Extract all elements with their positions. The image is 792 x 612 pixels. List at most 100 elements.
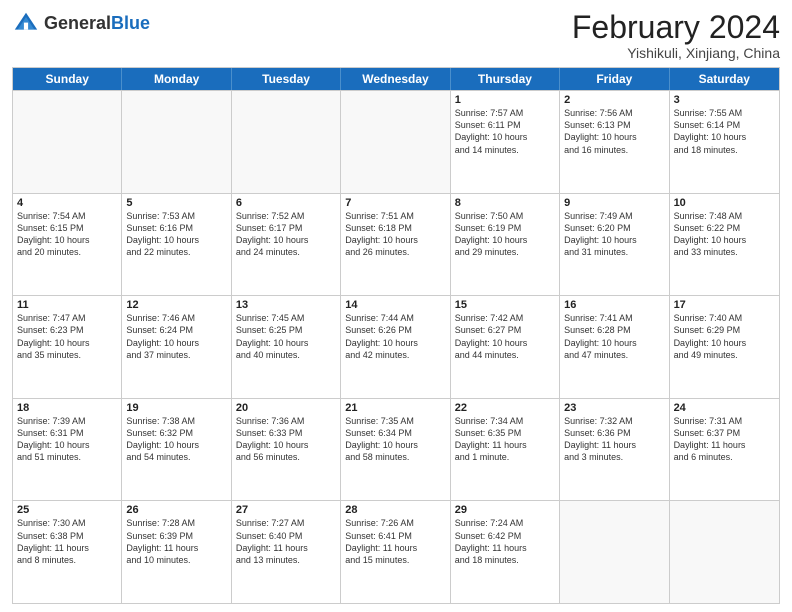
logo-general: General (44, 13, 111, 33)
day-number: 26 (126, 504, 226, 516)
calendar-body: 1Sunrise: 7:57 AM Sunset: 6:11 PM Daylig… (13, 90, 779, 603)
day-number: 17 (674, 299, 775, 311)
calendar-cell: 25Sunrise: 7:30 AM Sunset: 6:38 PM Dayli… (13, 501, 122, 603)
day-info: Sunrise: 7:52 AM Sunset: 6:17 PM Dayligh… (236, 210, 336, 259)
day-number: 27 (236, 504, 336, 516)
calendar-cell: 22Sunrise: 7:34 AM Sunset: 6:35 PM Dayli… (451, 399, 560, 501)
day-info: Sunrise: 7:31 AM Sunset: 6:37 PM Dayligh… (674, 415, 775, 464)
day-info: Sunrise: 7:51 AM Sunset: 6:18 PM Dayligh… (345, 210, 445, 259)
day-info: Sunrise: 7:54 AM Sunset: 6:15 PM Dayligh… (17, 210, 117, 259)
calendar-cell: 2Sunrise: 7:56 AM Sunset: 6:13 PM Daylig… (560, 91, 669, 193)
logo-blue: Blue (111, 13, 150, 33)
calendar-cell: 1Sunrise: 7:57 AM Sunset: 6:11 PM Daylig… (451, 91, 560, 193)
calendar-cell (560, 501, 669, 603)
calendar-cell (232, 91, 341, 193)
calendar-row: 1Sunrise: 7:57 AM Sunset: 6:11 PM Daylig… (13, 90, 779, 193)
calendar-cell: 10Sunrise: 7:48 AM Sunset: 6:22 PM Dayli… (670, 194, 779, 296)
day-info: Sunrise: 7:53 AM Sunset: 6:16 PM Dayligh… (126, 210, 226, 259)
day-info: Sunrise: 7:27 AM Sunset: 6:40 PM Dayligh… (236, 517, 336, 566)
day-info: Sunrise: 7:30 AM Sunset: 6:38 PM Dayligh… (17, 517, 117, 566)
day-number: 6 (236, 197, 336, 209)
location: Yishikuli, Xinjiang, China (572, 45, 780, 61)
calendar-cell: 3Sunrise: 7:55 AM Sunset: 6:14 PM Daylig… (670, 91, 779, 193)
month-year: February 2024 (572, 10, 780, 45)
day-info: Sunrise: 7:40 AM Sunset: 6:29 PM Dayligh… (674, 312, 775, 361)
day-info: Sunrise: 7:55 AM Sunset: 6:14 PM Dayligh… (674, 107, 775, 156)
day-info: Sunrise: 7:57 AM Sunset: 6:11 PM Dayligh… (455, 107, 555, 156)
day-info: Sunrise: 7:50 AM Sunset: 6:19 PM Dayligh… (455, 210, 555, 259)
day-number: 7 (345, 197, 445, 209)
day-info: Sunrise: 7:44 AM Sunset: 6:26 PM Dayligh… (345, 312, 445, 361)
calendar-cell: 14Sunrise: 7:44 AM Sunset: 6:26 PM Dayli… (341, 296, 450, 398)
weekday-header: Thursday (451, 68, 560, 90)
header: GeneralBlue February 2024 Yishikuli, Xin… (12, 10, 780, 61)
calendar-cell: 19Sunrise: 7:38 AM Sunset: 6:32 PM Dayli… (122, 399, 231, 501)
day-number: 28 (345, 504, 445, 516)
day-number: 19 (126, 402, 226, 414)
day-number: 23 (564, 402, 664, 414)
day-number: 13 (236, 299, 336, 311)
weekday-header: Friday (560, 68, 669, 90)
weekday-header: Wednesday (341, 68, 450, 90)
day-number: 24 (674, 402, 775, 414)
page: GeneralBlue February 2024 Yishikuli, Xin… (0, 0, 792, 612)
calendar-cell: 23Sunrise: 7:32 AM Sunset: 6:36 PM Dayli… (560, 399, 669, 501)
logo-icon (12, 10, 40, 38)
day-info: Sunrise: 7:45 AM Sunset: 6:25 PM Dayligh… (236, 312, 336, 361)
calendar-cell: 17Sunrise: 7:40 AM Sunset: 6:29 PM Dayli… (670, 296, 779, 398)
day-info: Sunrise: 7:38 AM Sunset: 6:32 PM Dayligh… (126, 415, 226, 464)
calendar-cell: 15Sunrise: 7:42 AM Sunset: 6:27 PM Dayli… (451, 296, 560, 398)
day-number: 20 (236, 402, 336, 414)
calendar-cell: 24Sunrise: 7:31 AM Sunset: 6:37 PM Dayli… (670, 399, 779, 501)
calendar-cell: 28Sunrise: 7:26 AM Sunset: 6:41 PM Dayli… (341, 501, 450, 603)
calendar-cell (122, 91, 231, 193)
day-info: Sunrise: 7:47 AM Sunset: 6:23 PM Dayligh… (17, 312, 117, 361)
calendar-row: 4Sunrise: 7:54 AM Sunset: 6:15 PM Daylig… (13, 193, 779, 296)
day-number: 29 (455, 504, 555, 516)
day-info: Sunrise: 7:32 AM Sunset: 6:36 PM Dayligh… (564, 415, 664, 464)
day-info: Sunrise: 7:28 AM Sunset: 6:39 PM Dayligh… (126, 517, 226, 566)
calendar-cell: 4Sunrise: 7:54 AM Sunset: 6:15 PM Daylig… (13, 194, 122, 296)
day-info: Sunrise: 7:24 AM Sunset: 6:42 PM Dayligh… (455, 517, 555, 566)
calendar-cell: 11Sunrise: 7:47 AM Sunset: 6:23 PM Dayli… (13, 296, 122, 398)
weekday-header: Tuesday (232, 68, 341, 90)
day-number: 25 (17, 504, 117, 516)
calendar-cell (670, 501, 779, 603)
day-info: Sunrise: 7:42 AM Sunset: 6:27 PM Dayligh… (455, 312, 555, 361)
calendar-cell: 8Sunrise: 7:50 AM Sunset: 6:19 PM Daylig… (451, 194, 560, 296)
day-info: Sunrise: 7:56 AM Sunset: 6:13 PM Dayligh… (564, 107, 664, 156)
day-number: 22 (455, 402, 555, 414)
calendar-cell: 9Sunrise: 7:49 AM Sunset: 6:20 PM Daylig… (560, 194, 669, 296)
day-number: 21 (345, 402, 445, 414)
calendar-cell: 5Sunrise: 7:53 AM Sunset: 6:16 PM Daylig… (122, 194, 231, 296)
calendar-header: SundayMondayTuesdayWednesdayThursdayFrid… (13, 68, 779, 90)
weekday-header: Sunday (13, 68, 122, 90)
day-number: 11 (17, 299, 117, 311)
day-number: 9 (564, 197, 664, 209)
day-number: 16 (564, 299, 664, 311)
calendar-cell: 13Sunrise: 7:45 AM Sunset: 6:25 PM Dayli… (232, 296, 341, 398)
calendar-row: 25Sunrise: 7:30 AM Sunset: 6:38 PM Dayli… (13, 500, 779, 603)
day-info: Sunrise: 7:34 AM Sunset: 6:35 PM Dayligh… (455, 415, 555, 464)
day-info: Sunrise: 7:39 AM Sunset: 6:31 PM Dayligh… (17, 415, 117, 464)
day-number: 1 (455, 94, 555, 106)
day-info: Sunrise: 7:48 AM Sunset: 6:22 PM Dayligh… (674, 210, 775, 259)
day-number: 10 (674, 197, 775, 209)
day-info: Sunrise: 7:26 AM Sunset: 6:41 PM Dayligh… (345, 517, 445, 566)
day-number: 18 (17, 402, 117, 414)
weekday-header: Monday (122, 68, 231, 90)
calendar-cell (13, 91, 122, 193)
weekday-header: Saturday (670, 68, 779, 90)
calendar-cell: 12Sunrise: 7:46 AM Sunset: 6:24 PM Dayli… (122, 296, 231, 398)
day-info: Sunrise: 7:35 AM Sunset: 6:34 PM Dayligh… (345, 415, 445, 464)
day-number: 8 (455, 197, 555, 209)
day-number: 3 (674, 94, 775, 106)
day-number: 4 (17, 197, 117, 209)
day-number: 2 (564, 94, 664, 106)
calendar-row: 11Sunrise: 7:47 AM Sunset: 6:23 PM Dayli… (13, 295, 779, 398)
calendar-row: 18Sunrise: 7:39 AM Sunset: 6:31 PM Dayli… (13, 398, 779, 501)
day-info: Sunrise: 7:46 AM Sunset: 6:24 PM Dayligh… (126, 312, 226, 361)
day-number: 5 (126, 197, 226, 209)
calendar-cell: 20Sunrise: 7:36 AM Sunset: 6:33 PM Dayli… (232, 399, 341, 501)
day-info: Sunrise: 7:41 AM Sunset: 6:28 PM Dayligh… (564, 312, 664, 361)
